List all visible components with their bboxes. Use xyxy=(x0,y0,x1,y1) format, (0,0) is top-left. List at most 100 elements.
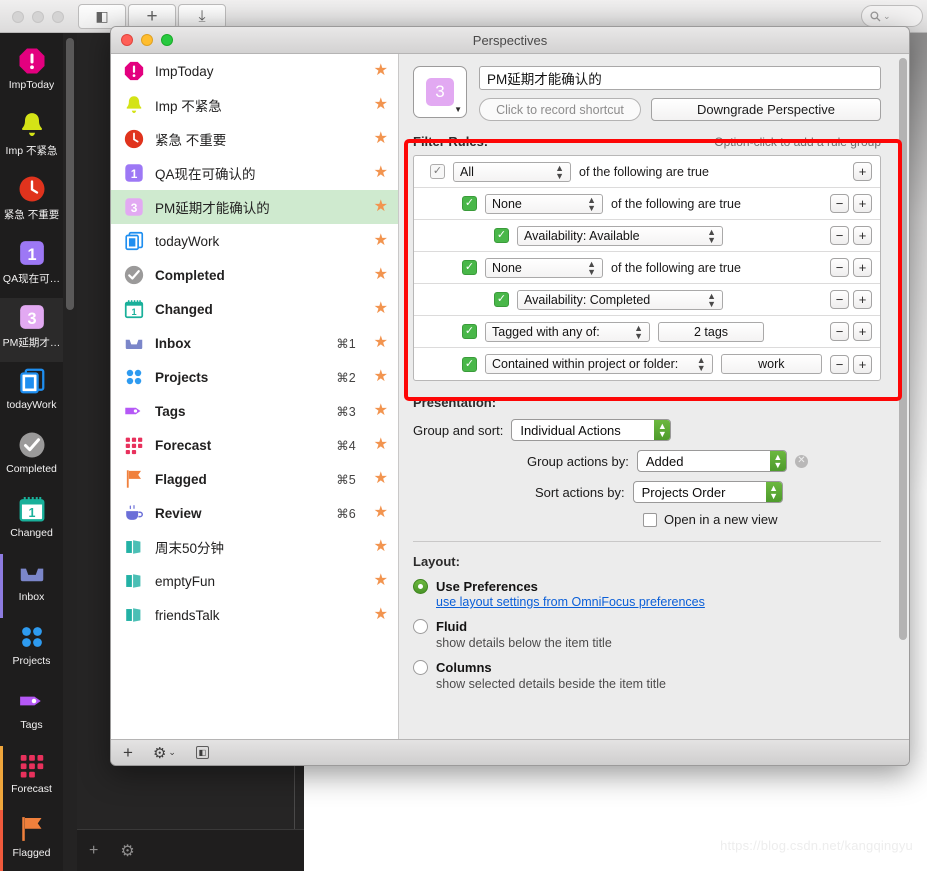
layout-radio-row[interactable]: Columns xyxy=(413,660,881,675)
open-new-view-row[interactable]: Open in a new view xyxy=(413,512,881,527)
perspective-row[interactable]: 紧急 不重要 ★ xyxy=(111,122,398,156)
rail-item-12[interactable]: Forecast xyxy=(0,746,63,810)
perspective-row[interactable]: Review ⌘6 ★ xyxy=(111,496,398,530)
remove-rule-button[interactable]: − xyxy=(830,226,849,245)
rule-enabled-checkbox[interactable]: ✓ xyxy=(462,356,477,372)
rule-enabled-checkbox[interactable]: ✓ xyxy=(494,292,509,307)
dialog-zoom-button[interactable] xyxy=(161,34,173,46)
rail-item-3[interactable]: 紧急 不重要 xyxy=(0,170,63,234)
layout-radio-button[interactable] xyxy=(413,660,428,675)
perspective-row[interactable]: 周末50分钟 ★ xyxy=(111,530,398,564)
app-minimize-button[interactable] xyxy=(32,11,44,23)
star-icon[interactable]: ★ xyxy=(374,63,388,79)
rule-type-select[interactable]: Availability: Available ▲ ▼ xyxy=(517,225,723,246)
dialog-titlebar[interactable]: Perspectives xyxy=(111,27,909,54)
group-and-sort-select[interactable]: Individual Actions ▲ ▼ xyxy=(511,419,672,441)
add-rule-button[interactable]: + xyxy=(853,162,872,181)
remove-rule-button[interactable]: − xyxy=(830,354,849,374)
rule-type-select[interactable]: None ▲ ▼ xyxy=(485,257,603,278)
rule-enabled-checkbox[interactable]: ✓ xyxy=(462,324,477,339)
layout-option[interactable]: Fluid show details below the item title xyxy=(413,619,881,650)
rule-enabled-checkbox[interactable]: ✓ xyxy=(494,228,509,243)
perspective-name-input[interactable] xyxy=(479,66,881,90)
layout-radio-button[interactable] xyxy=(413,579,428,594)
search-input[interactable]: ⌄ xyxy=(861,5,923,27)
star-icon[interactable]: ★ xyxy=(374,505,388,521)
remove-rule-button[interactable]: − xyxy=(830,290,849,309)
star-icon[interactable]: ★ xyxy=(374,97,388,113)
perspective-row[interactable]: Completed ★ xyxy=(111,258,398,292)
rail-item-8[interactable]: 1 Changed xyxy=(0,490,63,554)
dialog-close-button[interactable] xyxy=(121,34,133,46)
rail-item-2[interactable]: Imp 不紧急 xyxy=(0,106,63,170)
dark-footer-add-button[interactable]: + xyxy=(89,842,98,860)
add-rule-button[interactable]: + xyxy=(853,290,872,309)
star-icon[interactable]: ★ xyxy=(374,573,388,589)
app-close-button[interactable] xyxy=(12,11,24,23)
perspective-list[interactable]: ImpToday ★ Imp 不紧急 ★ 紧急 不重要 ★ 1 QA现在可确认的 ★ 3 PM延期才… xyxy=(111,54,399,741)
record-shortcut-button[interactable]: Click to record shortcut xyxy=(479,98,641,121)
add-rule-button[interactable]: + xyxy=(853,322,872,341)
rule-enabled-checkbox[interactable]: ✓ xyxy=(430,164,445,179)
open-new-view-checkbox[interactable] xyxy=(643,512,657,527)
detail-scrollbar[interactable] xyxy=(899,58,907,640)
perspective-row[interactable]: Flagged ⌘5 ★ xyxy=(111,462,398,496)
dialog-traffic-lights[interactable] xyxy=(121,34,173,46)
layout-option[interactable]: Use Preferences use layout settings from … xyxy=(413,579,881,609)
perspective-row[interactable]: 1 Changed ★ xyxy=(111,292,398,326)
app-zoom-button[interactable] xyxy=(52,11,64,23)
rule-type-select[interactable]: Tagged with any of: ▲ ▼ xyxy=(485,321,650,342)
rule-type-select[interactable]: Availability: Completed ▲ ▼ xyxy=(517,289,723,310)
rail-item-1[interactable]: ImpToday xyxy=(0,42,63,106)
remove-rule-button[interactable]: − xyxy=(830,194,849,213)
layout-radio-row[interactable]: Fluid xyxy=(413,619,881,634)
star-icon[interactable]: ★ xyxy=(374,539,388,555)
rule-value-button[interactable]: 2 tags xyxy=(658,321,764,342)
rule-value-button[interactable]: work xyxy=(720,354,822,374)
rule-enabled-checkbox[interactable]: ✓ xyxy=(462,260,477,275)
star-icon[interactable]: ★ xyxy=(374,199,388,215)
rule-type-select[interactable]: None ▲ ▼ xyxy=(485,193,603,214)
rail-item-13[interactable]: Flagged xyxy=(0,810,63,871)
app-traffic-lights[interactable] xyxy=(12,11,64,23)
clear-group-actions-button[interactable]: ✕ xyxy=(794,454,808,468)
perspective-row[interactable]: 3 PM延期才能确认的 ★ xyxy=(111,190,398,224)
add-perspective-button[interactable]: + xyxy=(123,743,133,763)
layout-option-link[interactable]: use layout settings from OmniFocus prefe… xyxy=(436,595,881,609)
perspective-row[interactable]: friendsTalk ★ xyxy=(111,598,398,632)
perspective-row[interactable]: Inbox ⌘1 ★ xyxy=(111,326,398,360)
dialog-minimize-button[interactable] xyxy=(141,34,153,46)
perspective-row[interactable]: Forecast ⌘4 ★ xyxy=(111,428,398,462)
remove-rule-button[interactable]: − xyxy=(830,322,849,341)
remove-rule-button[interactable]: − xyxy=(830,258,849,277)
star-icon[interactable]: ★ xyxy=(374,369,388,385)
rail-item-4[interactable]: 1 QA现在可… xyxy=(0,234,63,298)
rail-item-6[interactable]: todayWork xyxy=(0,362,63,426)
perspective-row[interactable]: 1 QA现在可确认的 ★ xyxy=(111,156,398,190)
star-icon[interactable]: ★ xyxy=(374,131,388,147)
rail-item-5[interactable]: 3 PM延期才… xyxy=(0,298,63,362)
star-icon[interactable]: ★ xyxy=(374,403,388,419)
rail-item-10[interactable]: Projects xyxy=(0,618,63,682)
sort-actions-select[interactable]: Projects Order ▲ ▼ xyxy=(632,481,783,503)
perspective-actions-menu[interactable]: ⚙ ⌄ xyxy=(153,744,176,762)
star-icon[interactable]: ★ xyxy=(374,301,388,317)
perspective-row[interactable]: ImpToday ★ xyxy=(111,54,398,88)
rail-item-7[interactable]: Completed xyxy=(0,426,63,490)
star-icon[interactable]: ★ xyxy=(374,165,388,181)
perspective-icon-chooser[interactable]: 3 ▼ xyxy=(413,66,467,118)
dark-footer-gear-button[interactable]: ⚙ xyxy=(120,841,134,861)
rail-scrollbar[interactable] xyxy=(66,38,74,310)
perspective-row[interactable]: Projects ⌘2 ★ xyxy=(111,360,398,394)
star-icon[interactable]: ★ xyxy=(374,233,388,249)
group-actions-select[interactable]: Added ▲ ▼ xyxy=(636,450,787,472)
add-rule-button[interactable]: + xyxy=(853,226,872,245)
layout-radio-row[interactable]: Use Preferences xyxy=(413,579,881,594)
rule-type-select[interactable]: Contained within project or folder: ▲ ▼ xyxy=(485,354,713,374)
perspective-row[interactable]: todayWork ★ xyxy=(111,224,398,258)
rule-type-select[interactable]: All ▲ ▼ xyxy=(453,161,571,182)
perspective-row[interactable]: emptyFun ★ xyxy=(111,564,398,598)
rule-enabled-checkbox[interactable]: ✓ xyxy=(462,196,477,211)
add-rule-button[interactable]: + xyxy=(853,354,872,374)
star-icon[interactable]: ★ xyxy=(374,471,388,487)
